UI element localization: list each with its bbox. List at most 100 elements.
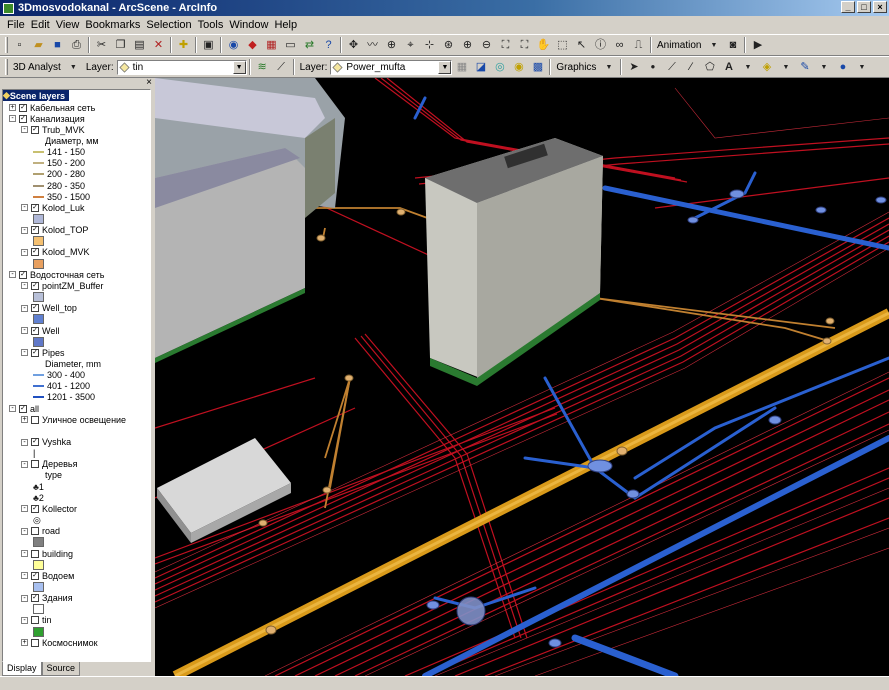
target-center-icon[interactable]: ⌖ [402, 37, 419, 54]
chevron-down-icon[interactable]: ▼ [232, 60, 246, 74]
toc-row[interactable]: - ✓ Pipes [21, 347, 65, 358]
collapse-icon[interactable]: - [21, 248, 28, 256]
layer-visibility-checkbox[interactable]: ✓ [31, 348, 39, 357]
collapse-icon[interactable]: - [21, 226, 28, 234]
menu-help[interactable]: Help [271, 19, 300, 31]
model-builder-icon[interactable]: ⇄ [301, 37, 318, 54]
chevron-down-icon[interactable]: ▼ [777, 59, 794, 76]
polygon-icon[interactable]: ⬠ [701, 59, 718, 76]
close-icon[interactable]: × [146, 77, 152, 88]
toc-row[interactable]: - ✓ Kolod_TOP [21, 225, 88, 236]
marker-color-icon[interactable]: ● [834, 59, 851, 76]
toc-row[interactable]: - ✓ Kolod_MVK [21, 247, 90, 258]
layer-visibility-checkbox[interactable]: ✓ [19, 270, 27, 279]
toc-row[interactable]: - ✓ Водоем [21, 570, 74, 581]
identify-icon[interactable]: ⓘ [592, 37, 609, 54]
menu-selection[interactable]: Selection [143, 19, 194, 31]
find-binoculars-icon[interactable]: ∞ [611, 37, 628, 54]
expand-icon[interactable]: + [21, 639, 28, 647]
toc-row[interactable]: + Уличное освещение [21, 414, 126, 425]
layer-visibility-checkbox[interactable]: ✓ [31, 594, 39, 603]
menu-tools[interactable]: Tools [195, 19, 227, 31]
steepest-path-icon[interactable]: ⟋ [273, 59, 290, 76]
pan-hand-icon[interactable]: ✋ [535, 37, 552, 54]
toc-row[interactable]: - ✓ Well_top [21, 303, 77, 314]
layer-visibility-checkbox[interactable] [31, 549, 39, 558]
text-icon[interactable]: A [720, 59, 737, 76]
cut-icon[interactable]: ✂ [93, 37, 110, 54]
line-color-icon[interactable]: ✎ [796, 59, 813, 76]
collapse-icon[interactable]: - [21, 572, 28, 580]
expand-icon[interactable]: + [21, 416, 28, 424]
full-extent-icon[interactable]: ⛶ [497, 37, 514, 54]
layer-visibility-checkbox[interactable]: ✓ [19, 103, 27, 112]
layer-visibility-checkbox[interactable]: ✓ [31, 571, 39, 580]
toc-row[interactable]: - ✓ Well [21, 325, 59, 336]
fill-color-icon[interactable]: ◈ [758, 59, 775, 76]
collapse-icon[interactable]: - [21, 550, 28, 557]
target-layer-dropdown[interactable]: Power_mufta ▼ [330, 59, 453, 75]
select-graphics-icon[interactable]: ➤ [625, 59, 642, 76]
collapse-icon[interactable]: - [21, 527, 28, 535]
whats-this-icon[interactable]: ? [320, 37, 337, 54]
scene-properties-icon[interactable]: ◉ [225, 37, 242, 54]
layer-visibility-checkbox[interactable]: ✓ [31, 281, 39, 290]
toc-row[interactable]: - ✓ Kollector [21, 503, 77, 514]
collapse-icon[interactable]: - [21, 349, 28, 357]
layer-visibility-checkbox[interactable]: ✓ [31, 125, 39, 134]
toolbox-icon[interactable]: ▦ [263, 37, 280, 54]
line-icon[interactable]: ∕ [682, 59, 699, 76]
chevron-down-icon[interactable]: ▼ [815, 59, 832, 76]
chevron-down-icon[interactable]: ▼ [600, 59, 617, 76]
layer-visibility-checkbox[interactable]: ✓ [31, 203, 39, 212]
set-observer-icon[interactable]: ⊛ [440, 37, 457, 54]
polyline-icon[interactable]: ⟋ [663, 59, 680, 76]
zoom-to-target-icon[interactable]: ⊹ [421, 37, 438, 54]
select-elements-icon[interactable]: ↖ [573, 37, 590, 54]
chevron-down-icon[interactable]: ▼ [438, 60, 452, 74]
chevron-down-icon[interactable]: ▼ [853, 59, 870, 76]
layer-visibility-checkbox[interactable]: ✓ [31, 226, 39, 235]
layer-visibility-checkbox[interactable]: ✓ [31, 326, 39, 335]
toc-row[interactable]: - ✓ Kolod_Luk [21, 202, 85, 213]
collapse-icon[interactable]: - [9, 271, 16, 279]
minimize-button[interactable]: _ [841, 1, 855, 13]
zoom-out-icon[interactable]: ⊖ [478, 37, 495, 54]
toolbar-grip[interactable] [5, 59, 8, 75]
layer-visibility-checkbox[interactable] [31, 616, 39, 625]
collapse-icon[interactable]: - [9, 115, 16, 123]
collapse-icon[interactable]: - [21, 327, 28, 334]
layer-tool-2-icon[interactable]: ◪ [472, 59, 489, 76]
toc-row[interactable]: + Космоснимок [21, 637, 98, 648]
paste-icon[interactable]: ▤ [131, 37, 148, 54]
collapse-icon[interactable]: - [21, 460, 28, 468]
toolbar-grip[interactable] [5, 37, 8, 53]
layer-visibility-checkbox[interactable]: ✓ [31, 248, 39, 257]
narrow-fov-icon[interactable]: ⛶ [516, 37, 533, 54]
collapse-icon[interactable]: - [9, 405, 16, 413]
maximize-button[interactable]: □ [857, 1, 871, 13]
toc-row[interactable]: - ✓ pointZM_Buffer [21, 280, 103, 291]
command-line-icon[interactable]: ▭ [282, 37, 299, 54]
menu-view[interactable]: View [53, 19, 83, 31]
save-icon[interactable]: ■ [49, 37, 66, 54]
layer-tool-3-icon[interactable]: ◎ [491, 59, 508, 76]
measure-icon[interactable]: ⎍ [630, 37, 647, 54]
layer-visibility-checkbox[interactable]: ✓ [31, 438, 39, 446]
graphics-menu[interactable]: Graphics [553, 62, 599, 73]
menu-file[interactable]: File [4, 19, 28, 31]
full-screen-icon[interactable]: ▣ [200, 37, 217, 54]
delete-icon[interactable]: ✕ [150, 37, 167, 54]
point-icon[interactable]: ● [644, 59, 661, 76]
layer-visibility-checkbox[interactable] [31, 415, 39, 424]
toc-row[interactable]: - building [21, 548, 73, 559]
layer-visibility-checkbox[interactable] [31, 638, 39, 647]
menu-bookmarks[interactable]: Bookmarks [82, 19, 143, 31]
collapse-icon[interactable]: - [21, 204, 28, 212]
print-icon[interactable]: ⎙ [68, 37, 85, 54]
copy-icon[interactable]: ❐ [112, 37, 129, 54]
select-features-icon[interactable]: ⬚ [554, 37, 571, 54]
collapse-icon[interactable]: - [21, 126, 28, 134]
layer-visibility-checkbox[interactable]: ✓ [19, 114, 27, 123]
contour-tool-icon[interactable]: ≋ [254, 59, 271, 76]
